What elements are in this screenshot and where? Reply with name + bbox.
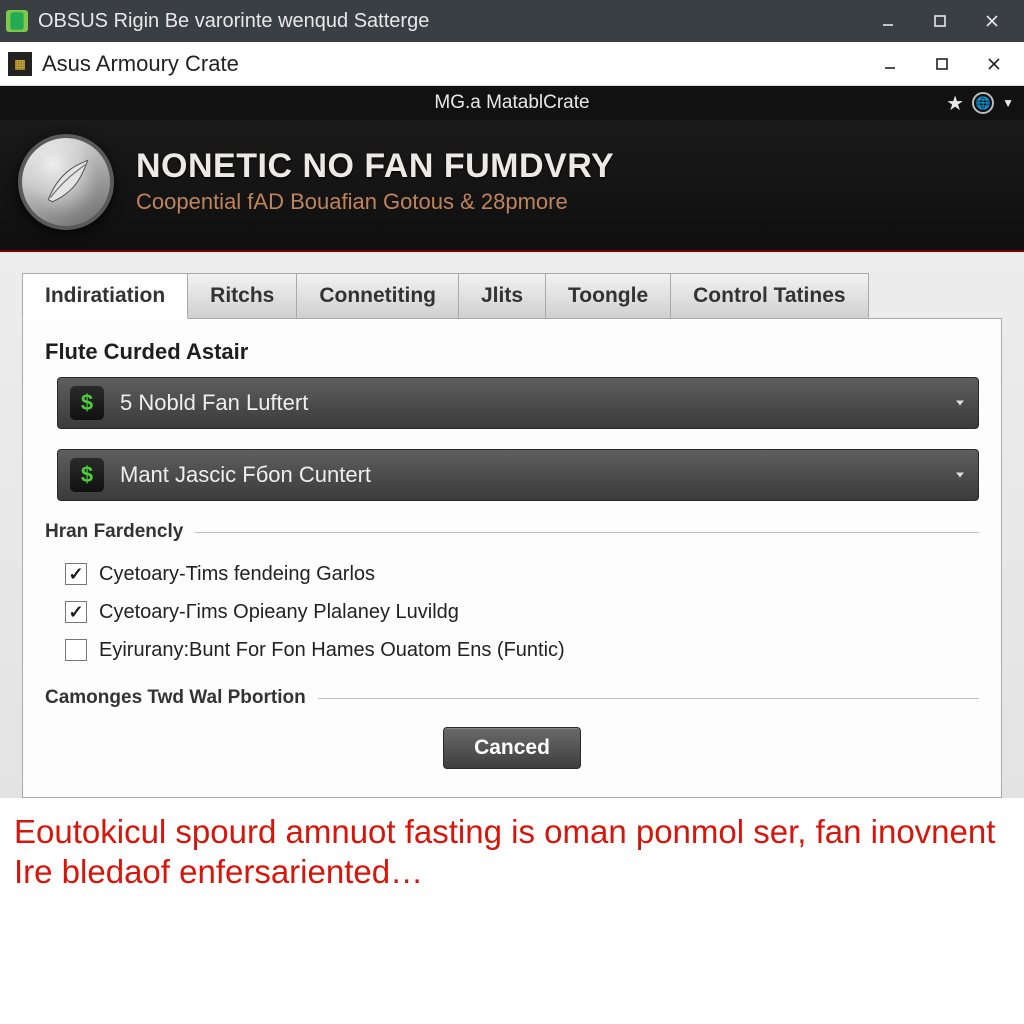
app-icon	[6, 10, 28, 32]
content-area: Indiratiation Ritchs Connetiting Jlits T…	[0, 252, 1024, 798]
cancel-button[interactable]: Canced	[443, 727, 581, 769]
banner-orb	[18, 134, 114, 230]
footer-text: Eoutokicul spourd amnuot fasting is oman…	[0, 798, 1024, 891]
banner: Nonetic No Fan Fumdvry Coopential fAD Bo…	[0, 120, 1024, 252]
fieldset-legend-1: Hran Fardencly	[45, 521, 979, 543]
tab-ritchs[interactable]: Ritchs	[187, 273, 297, 319]
dollar-icon: $	[70, 458, 104, 492]
checkbox-label: Eyirurany:Bunt For Fon Hames Ouatom Ens …	[99, 631, 565, 669]
chevron-down-icon[interactable]: ▼	[1002, 96, 1014, 110]
globe-icon[interactable]: 🌐	[972, 92, 994, 114]
outer-window-titlebar: OBSUS Rigin Be varorinte wenqud Satterge	[0, 0, 1024, 42]
fieldset-legend-2: Camonges Twd Wal Pbortion	[45, 687, 979, 709]
header-strip-title: MG.a MatablCrate	[434, 92, 589, 114]
section-heading-1: Flute Curded Astair	[45, 339, 979, 365]
app-icon-secondary: ▦	[8, 52, 32, 76]
tab-panel: Flute Curded Astair $ 5 Nobld Fan Lufter…	[22, 318, 1002, 798]
fieldset-2: Camonges Twd Wal Pbortion	[45, 687, 979, 709]
checkbox-checked-icon[interactable]: ✓	[65, 563, 87, 585]
inner-maximize-button[interactable]	[916, 42, 968, 86]
selector-label: 5 Nobld Fan Luftert	[120, 390, 308, 416]
checkbox-unchecked-icon[interactable]	[65, 639, 87, 661]
checkbox-row-2[interactable]: ✓ Cyetoary-Гims Opieany Plalaney Luvildg	[65, 593, 979, 631]
outer-minimize-button[interactable]	[862, 0, 914, 42]
outer-window-title: OBSUS Rigin Be varorinte wenqud Satterge	[38, 10, 429, 33]
dollar-icon: $	[70, 386, 104, 420]
header-strip: MG.a MatablCrate ★ 🌐 ▼	[0, 86, 1024, 120]
tab-jlits[interactable]: Jlits	[458, 273, 546, 319]
checkbox-row-3[interactable]: Eyirurany:Bunt For Fon Hames Ouatom Ens …	[65, 631, 979, 669]
checkbox-checked-icon[interactable]: ✓	[65, 601, 87, 623]
checkbox-label: Cyetoary-Tims fendeing Garlos	[99, 555, 375, 593]
tab-connetiting[interactable]: Connetiting	[296, 273, 459, 319]
inner-window-title: Asus Armoury Crate	[42, 51, 239, 77]
selector-row-2[interactable]: $ Mant Jascic Fбon Cuntert	[57, 449, 979, 501]
fieldset-1: Hran Fardencly ✓ Cyetoary-Tims fendeing …	[45, 521, 979, 681]
inner-window-titlebar: ▦ Asus Armoury Crate	[0, 42, 1024, 86]
checkbox-row-1[interactable]: ✓ Cyetoary-Tims fendeing Garlos	[65, 555, 979, 593]
banner-title: Nonetic No Fan Fumdvry	[136, 149, 614, 185]
outer-maximize-button[interactable]	[914, 0, 966, 42]
tab-toongle[interactable]: Toongle	[545, 273, 671, 319]
tab-indiratiation[interactable]: Indiratiation	[22, 273, 188, 319]
selector-row-1[interactable]: $ 5 Nobld Fan Luftert	[57, 377, 979, 429]
checkbox-label: Cyetoary-Гims Opieany Plalaney Luvildg	[99, 593, 459, 631]
banner-subtitle: Coopential fAD Bouafian Gotous & 28pmore	[136, 189, 614, 215]
star-icon[interactable]: ★	[946, 91, 964, 116]
leaf-icon	[40, 156, 92, 208]
tab-control-tatines[interactable]: Control Tatines	[670, 273, 868, 319]
outer-close-button[interactable]	[966, 0, 1018, 42]
inner-minimize-button[interactable]	[864, 42, 916, 86]
selector-label: Mant Jascic Fбon Cuntert	[120, 462, 371, 488]
inner-close-button[interactable]	[968, 42, 1020, 86]
tab-bar: Indiratiation Ritchs Connetiting Jlits T…	[22, 272, 1002, 318]
